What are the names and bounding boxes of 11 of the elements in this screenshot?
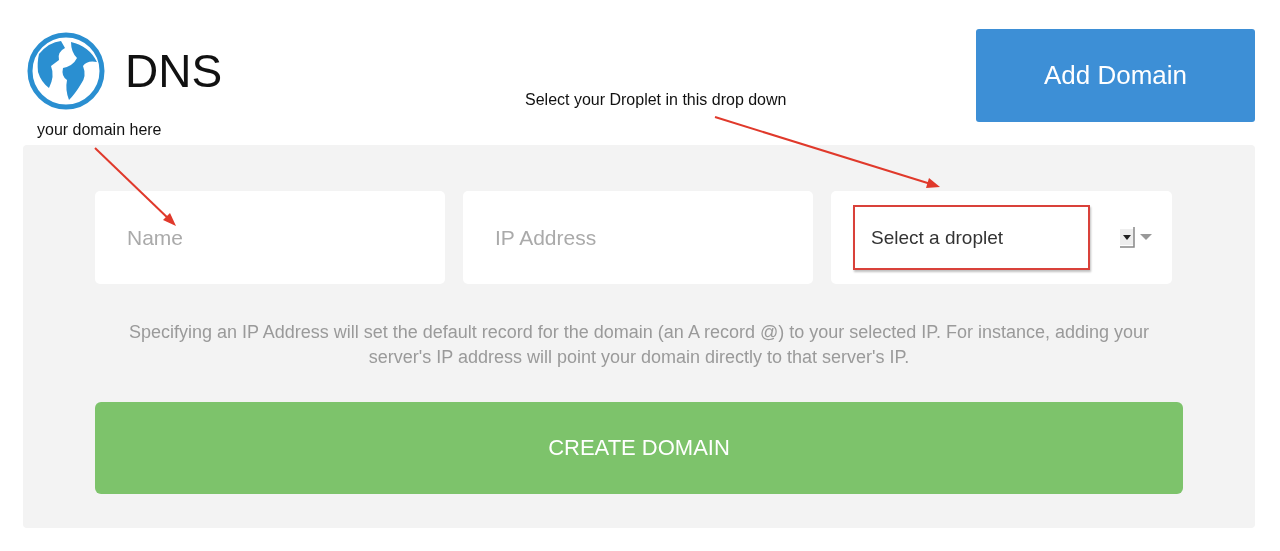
- annotation-note: your domain here: [37, 121, 162, 139]
- globe-icon: [27, 32, 105, 110]
- select-arrow-icon: [1118, 224, 1154, 251]
- annotation-note: Select your Droplet in this drop down: [525, 91, 787, 109]
- page-title: DNS: [125, 44, 223, 98]
- add-domain-button[interactable]: Add Domain: [976, 29, 1255, 122]
- droplet-select[interactable]: Select a droplet: [831, 191, 1172, 284]
- ip-address-field[interactable]: IP Address: [463, 191, 813, 284]
- name-field[interactable]: Name: [95, 191, 445, 284]
- create-domain-button[interactable]: CREATE DOMAIN: [95, 402, 1183, 494]
- help-text: Specifying an IP Address will set the default record for the domain (an A record @) to your selected IP. For instance, adding your server's IP address will point your domain directly to that server's IP.: [127, 321, 1151, 369]
